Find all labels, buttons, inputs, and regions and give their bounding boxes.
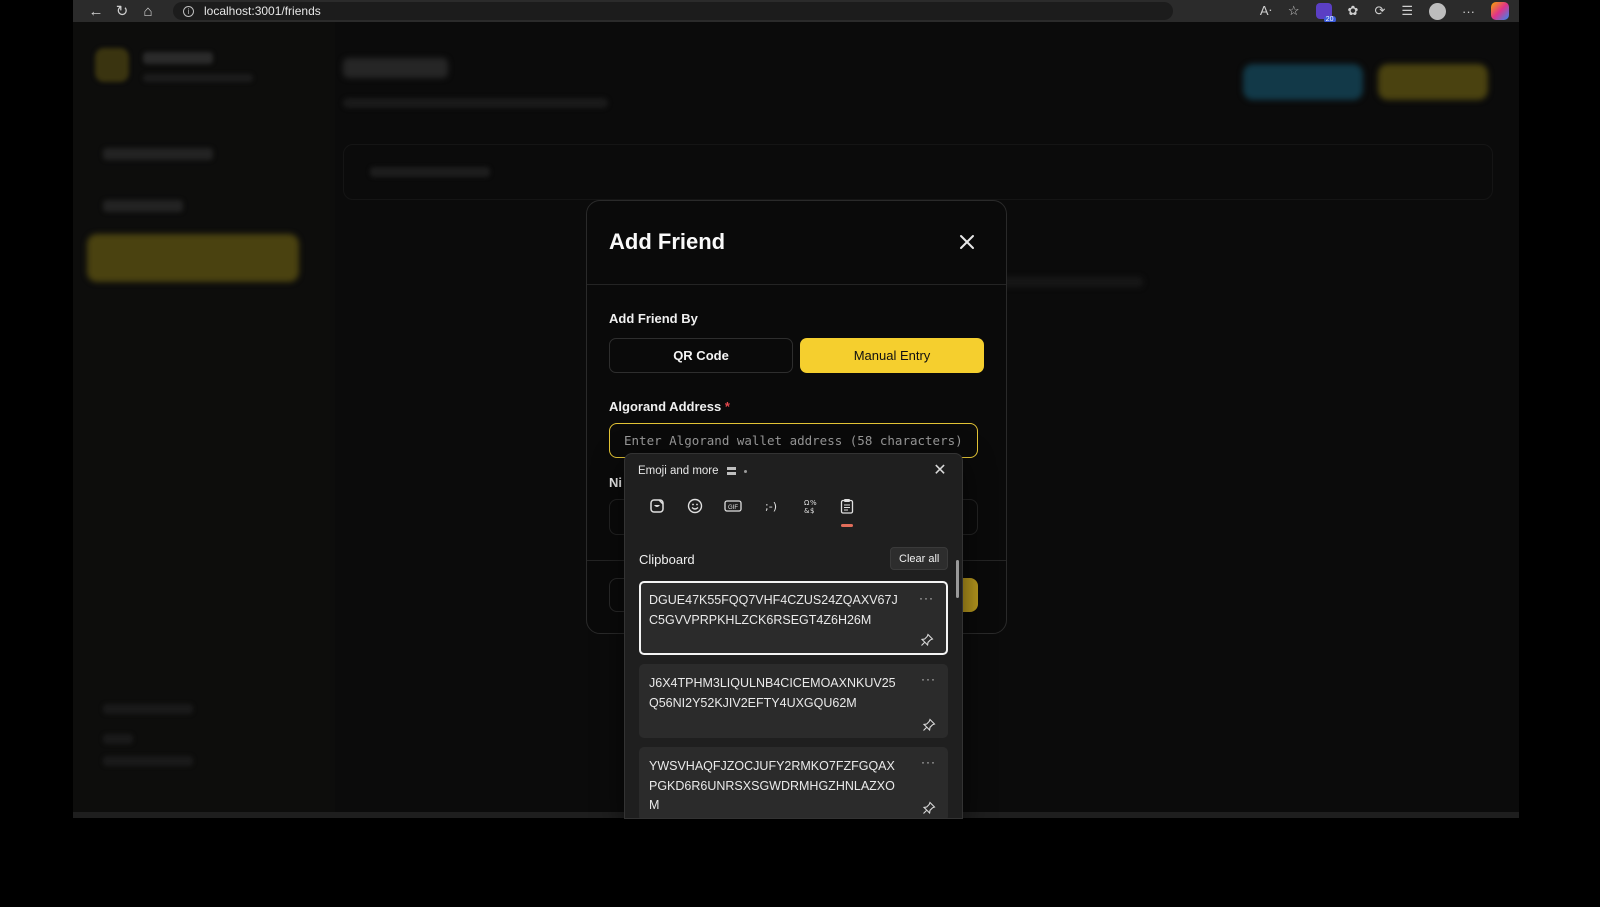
header-button-blurred	[1378, 64, 1488, 100]
browser-toolbar: ← ↻ ⌂ i localhost:3001/friends Aᐧ ☆ 20 ✿…	[73, 0, 1519, 23]
required-marker: *	[724, 399, 730, 414]
sticker-icon[interactable]	[643, 492, 671, 520]
extension-puzzle-icon[interactable]: ✿	[1348, 3, 1359, 19]
clipboard-item-text: YWSVHAQFJZOCJUFY2RMKO7FZFGQAXPGKD6R6UNRS…	[649, 759, 895, 812]
svg-text:$: $	[810, 507, 814, 514]
add-friend-by-label: Add Friend By	[609, 311, 698, 326]
algorand-address-label: Algorand Address *	[609, 399, 730, 414]
back-icon[interactable]: ←	[83, 1, 109, 21]
favorite-star-icon[interactable]: ☆	[1288, 3, 1300, 19]
clipboard-item[interactable]: J6X4TPHM3LIQULNB4CICEMOAXNKUV25Q56NI2Y52…	[639, 664, 948, 738]
more-options-icon[interactable]: ···	[921, 670, 936, 690]
profile-avatar[interactable]	[1429, 2, 1446, 20]
extension-icon[interactable]: 20	[1315, 3, 1336, 23]
app-logo	[95, 48, 129, 82]
clipboard-icon[interactable]	[833, 492, 861, 527]
svg-text:GIF: GIF	[728, 505, 738, 511]
panel-tabs: GIF ;-) Ω% & $	[643, 492, 861, 527]
close-icon[interactable]: ✕	[930, 460, 950, 480]
gif-icon[interactable]: GIF	[719, 492, 747, 520]
clipboard-item[interactable]: DGUE47K55FQQ7VHF4CZUS24ZQAXV67JC5GVVPRPK…	[639, 581, 948, 655]
drag-handle-icon[interactable]	[726, 467, 736, 475]
address-bar[interactable]: i localhost:3001/friends	[173, 2, 1173, 20]
sidebar-footer-blurred	[103, 704, 193, 714]
more-options-icon[interactable]: ···	[919, 589, 934, 609]
scrollbar[interactable]	[956, 560, 959, 598]
emoji-icon[interactable]	[681, 492, 709, 520]
pin-icon[interactable]	[922, 801, 936, 815]
kaomoji-icon[interactable]: ;-)	[757, 492, 785, 520]
site-info-icon[interactable]: i	[183, 5, 194, 17]
sidebar-footer-blurred	[103, 734, 133, 744]
svg-text:;-): ;-)	[765, 500, 777, 513]
more-menu-icon[interactable]: ···	[1462, 4, 1475, 19]
emoji-clipboard-panel: Emoji and more ✕ GIF ;-) Ω% & $ Clipboard …	[624, 453, 963, 819]
close-icon[interactable]	[956, 231, 978, 253]
pin-icon[interactable]	[922, 718, 936, 732]
sidebar-footer-blurred	[103, 756, 193, 766]
clipboard-item[interactable]: YWSVHAQFJZOCJUFY2RMKO7FZFGQAXPGKD6R6UNRS…	[639, 747, 948, 818]
app-name-blurred	[143, 52, 213, 64]
clipboard-section-title: Clipboard	[639, 552, 695, 567]
copilot-icon[interactable]	[1491, 2, 1509, 20]
algorand-address-label-text: Algorand Address	[609, 399, 722, 414]
symbols-icon[interactable]: Ω% & $	[795, 492, 823, 520]
page-title-blurred	[343, 58, 448, 78]
app-tagline-blurred	[143, 74, 253, 82]
sidebar-item-blurred	[103, 148, 213, 160]
more-options-icon[interactable]: ···	[921, 753, 936, 773]
modal-title: Add Friend	[609, 229, 726, 254]
collections-icon[interactable]: ☰	[1401, 3, 1413, 19]
nickname-label: Ni	[609, 475, 622, 490]
search-box-blurred	[343, 144, 1493, 200]
page-subtitle-blurred	[343, 98, 608, 108]
clipboard-item-text: DGUE47K55FQQ7VHF4CZUS24ZQAXV67JC5GVVPRPK…	[649, 593, 898, 627]
qr-code-tab[interactable]: QR Code	[609, 338, 793, 373]
header-button-blurred	[1243, 64, 1363, 100]
svg-text:%: %	[810, 499, 817, 507]
panel-title: Emoji and more	[638, 465, 747, 477]
clear-all-button[interactable]: Clear all	[890, 547, 949, 570]
manual-entry-tab[interactable]: Manual Entry	[800, 338, 984, 373]
read-aloud-icon[interactable]: Aᐧ	[1260, 3, 1272, 19]
home-icon[interactable]: ⌂	[135, 1, 161, 21]
refresh-extension-icon[interactable]: ⟳	[1374, 3, 1385, 19]
clipboard-item-text: J6X4TPHM3LIQULNB4CICEMOAXNKUV25Q56NI2Y52…	[649, 676, 896, 710]
refresh-icon[interactable]: ↻	[109, 1, 135, 21]
sidebar-item-blurred	[103, 200, 183, 212]
panel-title-text: Emoji and more	[638, 465, 719, 477]
sidebar-item-active-blurred	[87, 234, 299, 282]
dot-icon	[743, 469, 747, 473]
url-text: localhost:3001/friends	[204, 4, 321, 18]
sidebar	[73, 22, 335, 815]
pin-icon[interactable]	[920, 633, 934, 647]
modal-header: Add Friend	[587, 201, 1006, 285]
